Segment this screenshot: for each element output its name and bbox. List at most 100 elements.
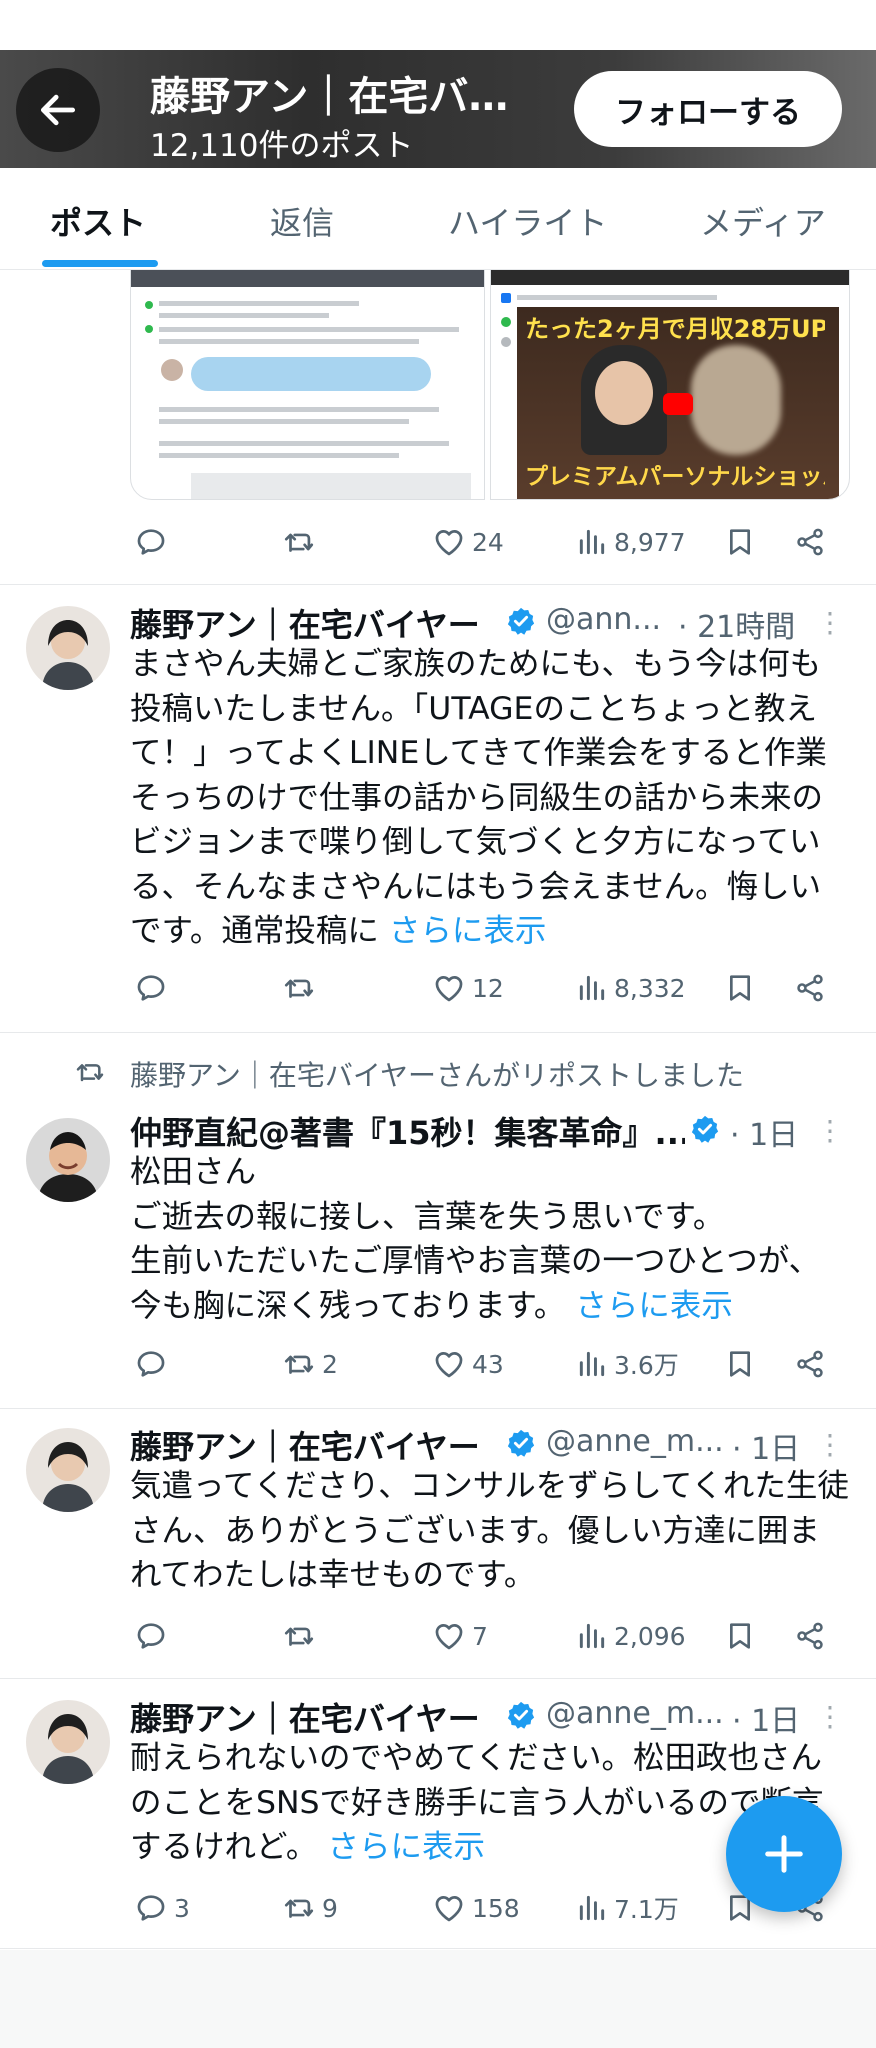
repost-button[interactable] <box>282 512 322 572</box>
profile-header: 藤野アン｜在宅バイヤー 12,110件のポスト フォローする <box>0 50 876 168</box>
views-button[interactable]: 3.6万 <box>576 1334 679 1394</box>
tab-posts[interactable]: ポスト <box>50 198 146 244</box>
author-name[interactable]: 藤野アン｜在宅バイヤー <box>130 1422 480 1468</box>
timestamp[interactable]: · 1日 <box>732 1424 800 1468</box>
repost-button[interactable] <box>282 958 322 1018</box>
reply-button[interactable]: 3 <box>134 1878 190 1938</box>
heart-icon <box>432 1347 466 1381</box>
bottom-area <box>0 1950 876 2048</box>
reply-button[interactable] <box>134 1606 174 1666</box>
repost-button[interactable]: 2 <box>282 1334 338 1394</box>
avatar[interactable] <box>26 1700 110 1784</box>
reply-icon <box>134 1619 168 1653</box>
views-button[interactable]: 8,977 <box>576 512 686 572</box>
bookmark-icon <box>724 526 756 558</box>
views-icon <box>576 972 608 1004</box>
reply-button[interactable] <box>134 1334 174 1394</box>
more-options-icon[interactable]: ⋮ <box>816 1114 844 1147</box>
like-button[interactable]: 7 <box>432 1606 488 1666</box>
reply-icon <box>134 525 168 559</box>
follow-button[interactable]: フォローする <box>574 71 842 147</box>
show-more-link[interactable]: さらに表示 <box>575 1288 733 1324</box>
author-name[interactable]: 仲野直紀@著書『15秒！集客革命』... <box>130 1108 685 1154</box>
like-button[interactable]: 24 <box>432 512 504 572</box>
share-button[interactable] <box>794 1606 826 1666</box>
reply-icon <box>134 1347 168 1381</box>
show-more-link[interactable]: さらに表示 <box>327 1829 485 1865</box>
repost-button[interactable] <box>282 1606 322 1666</box>
like-count: 12 <box>472 973 504 1003</box>
media-image-right[interactable]: たった2ヶ月で月収28万UP! プレミアムパーソナルショッパーの本音 <box>490 270 850 500</box>
bookmark-button[interactable] <box>724 1334 756 1394</box>
verified-badge-icon <box>690 1114 720 1144</box>
like-button[interactable]: 43 <box>432 1334 504 1394</box>
tweet-header: 藤野アン｜在宅バイヤー @ann... · 21時間 ⋮ <box>130 600 850 648</box>
tweet-actions: 2 43 3.6万 <box>130 1334 846 1394</box>
bookmark-button[interactable] <box>724 512 756 572</box>
compose-button[interactable] <box>726 1796 842 1912</box>
timestamp[interactable]: · 1日 <box>732 1696 800 1740</box>
repost-icon <box>282 971 316 1005</box>
repost-count: 2 <box>322 1349 338 1379</box>
view-count: 8,977 <box>614 527 686 557</box>
repost-button[interactable]: 9 <box>282 1878 338 1938</box>
bookmark-button[interactable] <box>724 1606 756 1666</box>
more-options-icon[interactable]: ⋮ <box>816 606 844 639</box>
author-handle[interactable]: @anne_m... <box>546 1696 724 1731</box>
like-count: 7 <box>472 1621 488 1651</box>
tweet-text: 気遣ってくださり、コンサルをずらしてくれた生徒さん、ありがとうございます。優しい… <box>130 1468 849 1593</box>
reply-count: 3 <box>174 1893 190 1923</box>
more-options-icon[interactable]: ⋮ <box>816 1428 844 1461</box>
share-button[interactable] <box>794 958 826 1018</box>
author-handle[interactable]: @ann... <box>546 602 661 637</box>
heart-icon <box>432 971 466 1005</box>
repost-icon <box>74 1056 106 1088</box>
bookmark-icon <box>724 1620 756 1652</box>
avatar-image <box>26 606 110 690</box>
tweet-text: 松田さん ご逝去の報に接し、言葉を失う思いです。 生前いただいたご厚情やお言葉の… <box>130 1154 821 1324</box>
plus-icon <box>765 1835 803 1873</box>
views-button[interactable]: 8,332 <box>576 958 686 1018</box>
video-caption-bottom: プレミアムパーソナルショッパーの本音 <box>525 464 825 490</box>
view-count: 3.6万 <box>614 1351 679 1380</box>
bookmark-button[interactable] <box>724 958 756 1018</box>
repost-icon <box>282 525 316 559</box>
tweet-header: 藤野アン｜在宅バイヤー @anne_m... · 1日 ⋮ <box>130 1422 850 1470</box>
timestamp[interactable]: · 1日 <box>730 1110 798 1154</box>
avatar[interactable] <box>26 1118 110 1202</box>
avatar[interactable] <box>26 1428 110 1512</box>
verified-badge-icon <box>506 606 536 636</box>
heart-icon <box>432 1619 466 1653</box>
tab-highlights[interactable]: ハイライト <box>448 198 607 244</box>
tab-replies[interactable]: 返信 <box>270 198 334 244</box>
reply-button[interactable] <box>134 958 174 1018</box>
arrow-left-icon <box>40 94 76 126</box>
views-button[interactable]: 7.1万 <box>576 1878 679 1938</box>
heart-icon <box>432 525 466 559</box>
author-handle[interactable]: @anne_m... <box>546 1424 724 1459</box>
show-more-link[interactable]: さらに表示 <box>389 913 547 949</box>
share-icon <box>794 1620 826 1652</box>
share-icon <box>794 1348 826 1380</box>
timestamp[interactable]: · 21時間 <box>678 602 795 646</box>
reply-button[interactable] <box>134 512 174 572</box>
views-icon <box>576 1348 608 1380</box>
like-count: 24 <box>472 527 504 557</box>
tab-media[interactable]: メディア <box>700 198 826 244</box>
profile-name: 藤野アン｜在宅バイヤー <box>150 74 540 120</box>
back-button[interactable] <box>16 68 100 152</box>
author-name[interactable]: 藤野アン｜在宅バイヤー <box>130 1694 480 1740</box>
media-image-left[interactable] <box>130 270 485 500</box>
avatar-image <box>26 1428 110 1512</box>
author-name[interactable]: 藤野アン｜在宅バイヤー <box>130 600 480 646</box>
more-options-icon[interactable]: ⋮ <box>816 1700 844 1733</box>
views-icon <box>576 526 608 558</box>
repost-icon <box>282 1619 316 1653</box>
like-button[interactable]: 12 <box>432 958 504 1018</box>
like-button[interactable]: 158 <box>432 1878 520 1938</box>
avatar[interactable] <box>26 606 110 690</box>
tweet-text: まさやん夫婦とご家族のためにも、もう今は何も投稿いたしません。「UTAGEのこと… <box>130 646 827 949</box>
share-button[interactable] <box>794 512 826 572</box>
views-button[interactable]: 2,096 <box>576 1606 686 1666</box>
share-button[interactable] <box>794 1334 826 1394</box>
